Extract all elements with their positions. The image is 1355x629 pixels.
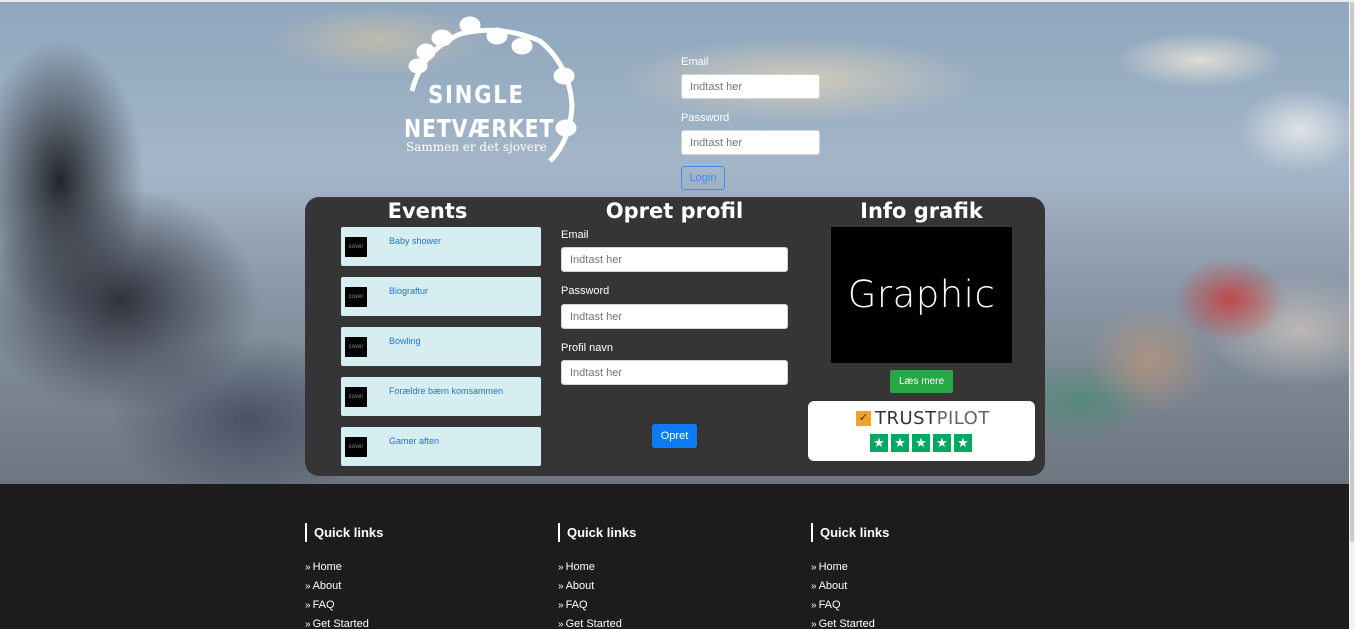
register-email-input[interactable] xyxy=(561,247,788,272)
register-title: Opret profil xyxy=(605,199,744,223)
footer-link-home[interactable]: » Home xyxy=(558,558,636,577)
footer-link-faq[interactable]: » FAQ xyxy=(558,596,636,615)
footer-link-faq[interactable]: » FAQ xyxy=(305,596,383,615)
star-icon: ★ xyxy=(933,434,951,452)
register-email-label: Email xyxy=(561,229,589,241)
footer: Quick links » Home » About » FAQ » Get Start… xyxy=(0,484,1349,629)
footer-heading: Quick links xyxy=(305,523,383,542)
chevron-double-right-icon: » xyxy=(558,600,564,611)
info-graphic-image: Graphic xyxy=(831,227,1012,363)
chevron-double-right-icon: » xyxy=(305,581,311,592)
login-password-input[interactable] xyxy=(681,130,820,155)
star-icon: ★ xyxy=(954,434,972,452)
login-email-label: Email xyxy=(681,56,709,68)
footer-link-label: FAQ xyxy=(312,599,335,611)
trustpilot-check-icon: ✓ xyxy=(856,411,871,426)
trustpilot-badge[interactable]: ✓ TRUSTPILOT ★ ★ ★ ★ ★ xyxy=(808,401,1035,461)
footer-column: Quick links » Home » About » FAQ » Get Start… xyxy=(305,523,383,629)
event-cover-image: cover xyxy=(345,237,367,257)
chevron-double-right-icon: » xyxy=(558,581,564,592)
footer-link-label: FAQ xyxy=(565,599,588,611)
footer-link-label: Get Started xyxy=(818,618,875,629)
footer-link-faq[interactable]: » FAQ xyxy=(811,596,889,615)
chevron-double-right-icon: » xyxy=(811,619,817,629)
trustpilot-word-trust: TRUST xyxy=(875,408,937,429)
events-title: Events xyxy=(387,199,468,223)
footer-link-label: About xyxy=(818,580,848,592)
chevron-double-right-icon: » xyxy=(305,619,311,629)
event-link[interactable]: Bowling xyxy=(389,336,421,346)
main-panel: Events cover Baby shower cover Biograftu… xyxy=(305,197,1045,476)
footer-link-label: FAQ xyxy=(818,599,841,611)
register-submit-button[interactable]: Opret xyxy=(652,424,697,448)
read-more-button[interactable]: Læs mere xyxy=(890,370,953,393)
footer-link-get-started[interactable]: » Get Started xyxy=(811,615,889,629)
footer-link-about[interactable]: » About xyxy=(558,577,636,596)
login-email-input[interactable] xyxy=(681,74,820,99)
star-icon: ★ xyxy=(912,434,930,452)
chevron-double-right-icon: » xyxy=(305,600,311,611)
star-icon: ★ xyxy=(891,434,909,452)
register-password-input[interactable] xyxy=(561,304,788,329)
footer-link-label: Get Started xyxy=(565,618,622,629)
register-profile-input[interactable] xyxy=(561,360,788,385)
event-item[interactable]: cover Bowling xyxy=(341,327,541,366)
trustpilot-stars: ★ ★ ★ ★ ★ xyxy=(870,434,972,452)
footer-link-label: Home xyxy=(818,561,848,573)
chevron-double-right-icon: » xyxy=(558,619,564,629)
event-cover-image: cover xyxy=(345,387,367,407)
event-cover-image: cover xyxy=(345,287,367,307)
event-link[interactable]: Forældre bærn komsammen xyxy=(389,386,503,396)
scrollbar-thumb[interactable] xyxy=(1350,2,1354,542)
footer-link-label: Home xyxy=(565,561,595,573)
footer-link-home[interactable]: » Home xyxy=(305,558,383,577)
event-link[interactable]: Baby shower xyxy=(389,236,441,246)
login-password-label: Password xyxy=(681,112,730,124)
login-button[interactable]: Login xyxy=(681,166,725,190)
chevron-double-right-icon: » xyxy=(305,562,311,573)
footer-link-get-started[interactable]: » Get Started xyxy=(305,615,383,629)
logo-line-single: SINGLE xyxy=(428,80,525,109)
footer-heading: Quick links xyxy=(558,523,636,542)
chevron-double-right-icon: » xyxy=(558,562,564,573)
footer-link-home[interactable]: » Home xyxy=(811,558,889,577)
info-title: Info grafik xyxy=(860,199,983,223)
event-link[interactable]: Gamer aften xyxy=(389,436,439,446)
event-link[interactable]: Biograftur xyxy=(389,286,428,296)
chevron-double-right-icon: » xyxy=(811,562,817,573)
footer-column: Quick links » Home » About » FAQ » Get Start… xyxy=(558,523,636,629)
footer-links: » Home » About » FAQ » Get Started xyxy=(558,558,636,629)
footer-links: » Home » About » FAQ » Get Started xyxy=(811,558,889,629)
register-profile-label: Profil navn xyxy=(561,342,613,354)
footer-link-about[interactable]: » About xyxy=(305,577,383,596)
event-cover-image: cover xyxy=(345,337,367,357)
footer-link-about[interactable]: » About xyxy=(811,577,889,596)
logo-line-netvaerket: NETVÆRKET xyxy=(404,114,555,143)
trustpilot-wordmark: TRUSTPILOT xyxy=(875,408,990,429)
chevron-double-right-icon: » xyxy=(811,600,817,611)
event-item[interactable]: cover Baby shower xyxy=(341,227,541,266)
footer-links: » Home » About » FAQ » Get Started xyxy=(305,558,383,629)
trustpilot-logo: ✓ TRUSTPILOT xyxy=(856,408,990,429)
logo[interactable]: SINGLE NETVÆRKET Sammen er det sjovere xyxy=(400,16,580,171)
footer-column: Quick links » Home » About » FAQ » Get Start… xyxy=(811,523,889,629)
footer-link-get-started[interactable]: » Get Started xyxy=(558,615,636,629)
event-item[interactable]: cover Gamer aften xyxy=(341,427,541,466)
logo-tagline: Sammen er det sjovere xyxy=(406,140,547,154)
footer-link-label: Home xyxy=(312,561,342,573)
star-icon: ★ xyxy=(870,434,888,452)
chevron-double-right-icon: » xyxy=(811,581,817,592)
event-item[interactable]: cover Forældre bærn komsammen xyxy=(341,377,541,416)
trustpilot-word-pilot: PILOT xyxy=(936,408,990,429)
footer-link-label: About xyxy=(312,580,342,592)
event-cover-image: cover xyxy=(345,437,367,457)
footer-heading: Quick links xyxy=(811,523,889,542)
register-password-label: Password xyxy=(561,285,610,297)
event-item[interactable]: cover Biograftur xyxy=(341,277,541,316)
footer-link-label: About xyxy=(565,580,595,592)
top-border xyxy=(0,0,1355,2)
footer-link-label: Get Started xyxy=(312,618,369,629)
vertical-scrollbar[interactable] xyxy=(1349,0,1355,629)
